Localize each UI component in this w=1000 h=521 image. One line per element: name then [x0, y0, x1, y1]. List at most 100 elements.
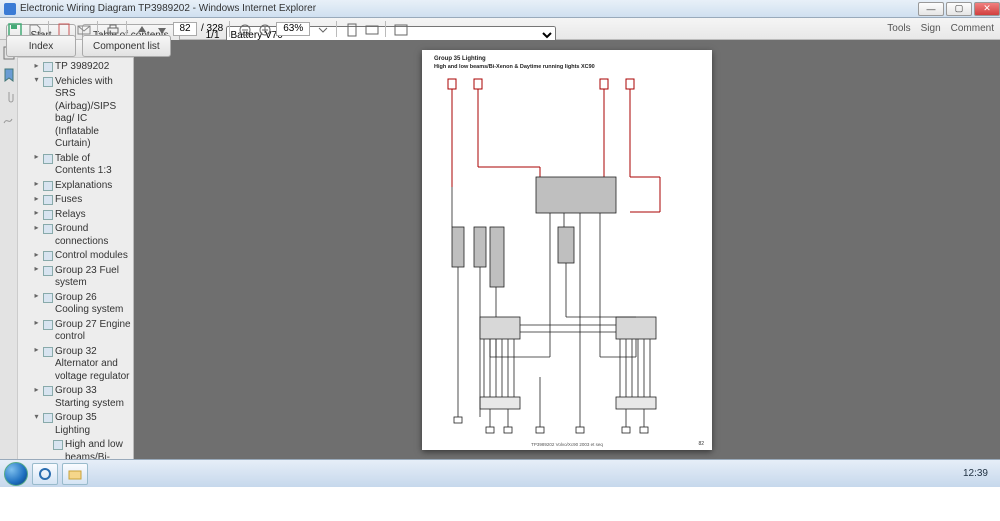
taskbar-explorer-icon[interactable] [62, 463, 88, 485]
bookmark-item[interactable]: ▸ Relays [30, 208, 131, 223]
bookmark-icon [43, 224, 53, 234]
page-footer: TP3989202 Volvo/Xc90 2003 et seq [422, 442, 712, 447]
tree-twisty-icon[interactable]: ▸ [32, 319, 41, 328]
tree-twisty-icon[interactable]: ▸ [32, 265, 41, 274]
comment-menu[interactable]: Comment [951, 23, 994, 34]
tree-twisty-icon[interactable]: ▾ [32, 412, 41, 421]
zoom-input[interactable] [276, 22, 310, 36]
bookmark-item[interactable]: ▸ TP 3989202 [30, 60, 131, 75]
tree-twisty-icon[interactable]: ▸ [32, 346, 41, 355]
bookmark-label: Group 35 Lighting [55, 412, 131, 437]
bookmark-icon [43, 77, 53, 87]
maximize-button[interactable]: ▢ [946, 2, 972, 16]
pdf-page: Group 35 Lighting High and low beams/Bi-… [422, 50, 712, 450]
bookmark-label: Relays [55, 209, 131, 222]
bookmarks-tree[interactable]: ▸ TP 3989202 ▾ Vehicles with SRS (Airbag)/S… [18, 58, 133, 459]
minimize-button[interactable]: — [918, 2, 944, 16]
page-subheading: High and low beams/Bi-Xenon & Daytime ru… [434, 64, 595, 70]
bookmark-label: Group 27 Engine control [55, 319, 131, 344]
bookmark-label: Control modules [55, 250, 131, 263]
bookmark-icon [43, 251, 53, 261]
bookmark-label: Ground connections [55, 223, 131, 248]
bookmark-label: Table of Contents 1:3 [55, 153, 131, 178]
tree-twisty-icon[interactable]: ▸ [32, 292, 41, 301]
tree-twisty-icon[interactable]: ▸ [32, 250, 41, 259]
separator [336, 21, 337, 37]
separator [385, 21, 386, 37]
index-button[interactable]: Index [6, 35, 76, 57]
bookmark-item[interactable]: ▾ Group 35 Lighting [30, 411, 131, 438]
bookmark-label: Group 33 Starting system [55, 385, 131, 410]
tree-twisty-icon[interactable]: ▸ [32, 153, 41, 162]
read-mode-icon[interactable] [392, 21, 408, 37]
sidebar: Bookmarks ▸TP 3989202▾Vehicles with SRS … [0, 40, 134, 459]
tree-twisty-icon[interactable]: ▸ [32, 385, 41, 394]
bookmark-icon [43, 386, 53, 396]
zoom-out-icon[interactable] [236, 21, 252, 37]
chevron-down-icon[interactable] [314, 21, 330, 37]
favicon-icon [4, 3, 16, 15]
taskbar-ie-icon[interactable] [32, 463, 58, 485]
page-number: 82 [698, 441, 704, 447]
close-button[interactable]: ✕ [974, 2, 1000, 16]
bookmark-label: Group 26 Cooling system [55, 292, 131, 317]
bookmark-icon [43, 210, 53, 220]
attachments-icon[interactable] [2, 90, 16, 104]
bookmark-item[interactable]: ▾ Vehicles with SRS (Airbag)/SIPS bag/ IC… [30, 75, 131, 152]
bookmark-label: TP 3989202 [55, 61, 131, 74]
signatures-icon[interactable] [2, 112, 16, 126]
tree-twisty-icon[interactable]: ▸ [32, 223, 41, 232]
bookmark-item[interactable]: ▸ Group 33 Starting system [30, 384, 131, 411]
wiring-diagram [430, 76, 704, 438]
bookmark-label: High and low beams/Bi-Xenon & Daytime ru… [65, 439, 131, 459]
bookmark-icon [43, 181, 53, 191]
bookmark-item[interactable]: ▸ Table of Contents 1:3 [30, 152, 131, 179]
start-orb[interactable] [4, 462, 28, 486]
tree-twisty-icon[interactable] [42, 439, 51, 448]
bookmark-label: Group 23 Fuel system [55, 265, 131, 290]
fit-width-icon[interactable] [363, 21, 379, 37]
bookmark-icon [43, 413, 53, 423]
tree-twisty-icon[interactable]: ▾ [32, 76, 41, 85]
bookmark-item[interactable]: ▸ Ground connections [30, 222, 131, 249]
bookmark-item[interactable]: ▸ Control modules [30, 249, 131, 264]
tree-twisty-icon[interactable]: ▸ [32, 61, 41, 70]
bookmark-item[interactable]: High and low beams/Bi-Xenon & Daytime ru… [40, 438, 131, 459]
bookmark-label: Fuses [55, 194, 131, 207]
bookmark-icon [53, 440, 63, 450]
bookmark-item[interactable]: ▸ Fuses [30, 193, 131, 208]
taskbar-clock[interactable]: 12:39 [963, 468, 996, 479]
fit-page-icon[interactable] [343, 21, 359, 37]
tree-twisty-icon[interactable]: ▸ [32, 209, 41, 218]
bookmark-item[interactable]: ▸ Group 26 Cooling system [30, 291, 131, 318]
bookmark-icon [43, 293, 53, 303]
document-viewport[interactable]: Group 35 Lighting High and low beams/Bi-… [134, 40, 1000, 459]
window-title: Electronic Wiring Diagram TP3989202 - Wi… [20, 3, 316, 14]
bookmark-icon [43, 266, 53, 276]
bookmark-item[interactable]: ▸ Group 27 Engine control [30, 318, 131, 345]
bookmark-icon [43, 62, 53, 72]
bookmark-item[interactable]: ▸ Explanations [30, 179, 131, 194]
page-current-input[interactable] [173, 22, 197, 36]
tree-twisty-icon[interactable]: ▸ [32, 194, 41, 203]
sign-menu[interactable]: Sign [921, 23, 941, 34]
bookmark-icon [43, 320, 53, 330]
bookmark-item[interactable]: ▸ Group 23 Fuel system [30, 264, 131, 291]
bookmark-label: Vehicles with SRS (Airbag)/SIPS bag/ IC … [55, 76, 131, 151]
bookmark-label: Explanations [55, 180, 131, 193]
tree-twisty-icon[interactable]: ▸ [32, 180, 41, 189]
zoom-in-icon[interactable] [256, 21, 272, 37]
bookmark-icon [43, 154, 53, 164]
page-heading: Group 35 Lighting [434, 56, 486, 62]
bookmarks-icon[interactable] [2, 68, 16, 82]
taskbar: 12:39 [0, 459, 1000, 487]
separator [229, 21, 230, 37]
page-total-label: / 328 [201, 23, 223, 34]
window-titlebar: Electronic Wiring Diagram TP3989202 - Wi… [0, 0, 1000, 18]
tools-menu[interactable]: Tools [887, 23, 910, 34]
bookmark-item[interactable]: ▸ Group 32 Alternator and voltage regulat… [30, 345, 131, 385]
component-list-button[interactable]: Component list [82, 35, 171, 57]
bookmark-icon [43, 195, 53, 205]
bookmark-label: Group 32 Alternator and voltage regulato… [55, 346, 131, 384]
bookmark-icon [43, 347, 53, 357]
